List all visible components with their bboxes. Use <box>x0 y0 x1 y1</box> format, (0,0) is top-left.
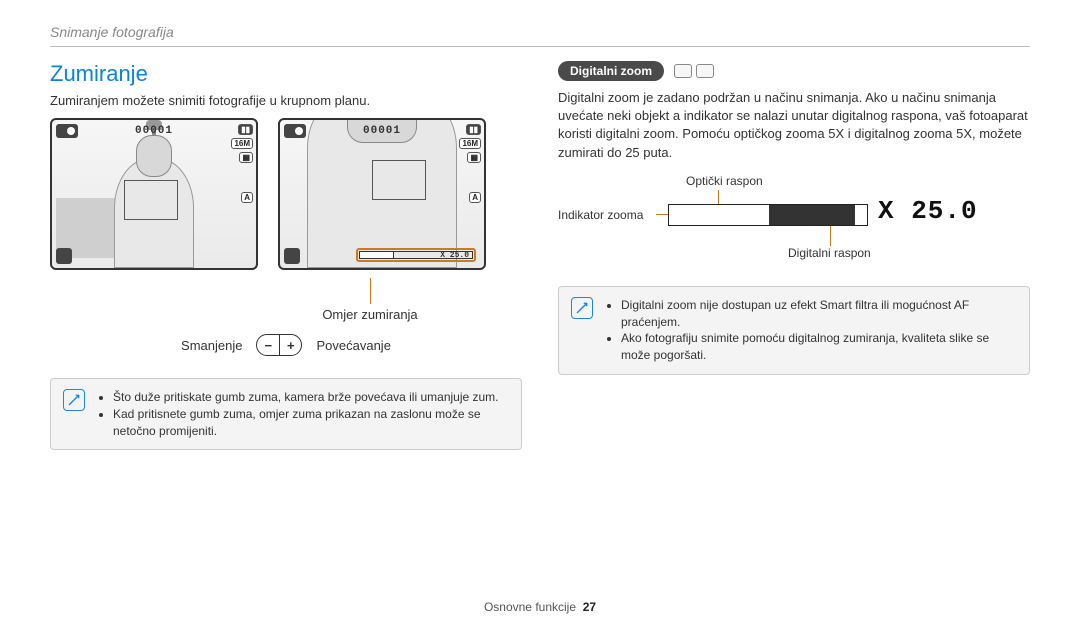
zoom-range-diagram: Optički raspon Indikator zooma Digitalni… <box>558 174 1030 264</box>
feature-chip: Digitalni zoom <box>558 61 664 81</box>
zoom-rocker-icon: −+ <box>256 334 302 356</box>
shot-counter: 00001 <box>135 125 173 137</box>
zoom-range-bar <box>668 204 868 226</box>
note-icon <box>63 389 85 411</box>
zoom-indicator-label: Indikator zooma <box>558 208 643 222</box>
stabilizer-icon <box>284 248 300 264</box>
flash-badge: A <box>469 192 481 203</box>
battery-icon: ▮▮ <box>238 124 253 135</box>
zoom-ratio-label: Omjer zumiranja <box>322 307 417 322</box>
grid-icon: ▦ <box>467 152 481 163</box>
zoom-control-legend: Smanjenje −+ Povećavanje <box>50 334 522 356</box>
decrease-label: Smanjenje <box>181 338 242 353</box>
note-box-left: Što duže pritiskate gumb zuma, kamera br… <box>50 378 522 450</box>
increase-label: Povećavanje <box>316 338 390 353</box>
camera-mode-icon <box>284 124 306 138</box>
resolution-badge: 16M <box>459 138 481 149</box>
section-header: Snimanje fotografija <box>50 24 1030 40</box>
note-item: Ako fotografiju snimite pomoću digitalno… <box>621 330 1017 364</box>
focus-rect <box>372 160 426 200</box>
battery-icon: ▮▮ <box>466 124 481 135</box>
right-column: Digitalni zoom Digitalni zoom je zadano … <box>558 61 1030 450</box>
camera-screen-zoomed: 00001 ▮▮ 16M ▦ A X 25.0 <box>278 118 486 270</box>
optical-range-label: Optički raspon <box>686 174 763 188</box>
grid-icon: ▦ <box>239 152 253 163</box>
page-footer: Osnovne funkcije 27 <box>0 600 1080 614</box>
digital-range-label: Digitalni raspon <box>788 246 871 260</box>
body-text: Digitalni zoom je zadano podržan u način… <box>558 89 1030 162</box>
note-item: Digitalni zoom nije dostupan uz efekt Sm… <box>621 297 1017 331</box>
flash-badge: A <box>241 192 253 203</box>
intro-text: Zumiranjem možete snimiti fotografije u … <box>50 93 522 108</box>
camera-mode-icon <box>56 124 78 138</box>
divider <box>50 46 1030 47</box>
zoom-ratio-annotation: Omjer zumiranja <box>270 278 470 322</box>
shot-counter: 00001 <box>363 125 401 137</box>
page-title: Zumiranje <box>50 61 522 87</box>
resolution-badge: 16M <box>231 138 253 149</box>
zoom-readout: X 25.0 <box>440 251 469 260</box>
focus-rect <box>124 180 178 220</box>
note-icon <box>571 297 593 319</box>
note-item: Kad pritisnete gumb zuma, omjer zuma pri… <box>113 406 509 440</box>
mode-icon <box>696 64 714 78</box>
zoom-bar: X 25.0 <box>356 248 476 262</box>
camera-screen-wide: 00001 ▮▮ 16M ▦ A <box>50 118 258 270</box>
left-column: Zumiranje Zumiranjem možete snimiti foto… <box>50 61 522 450</box>
mode-icon <box>674 64 692 78</box>
footer-page-number: 27 <box>583 600 596 614</box>
note-item: Što duže pritiskate gumb zuma, kamera br… <box>113 389 509 406</box>
footer-section: Osnovne funkcije <box>484 600 576 614</box>
note-box-right: Digitalni zoom nije dostupan uz efekt Sm… <box>558 286 1030 375</box>
zoom-max-readout: X 25.0 <box>878 196 978 226</box>
stabilizer-icon <box>56 248 72 264</box>
